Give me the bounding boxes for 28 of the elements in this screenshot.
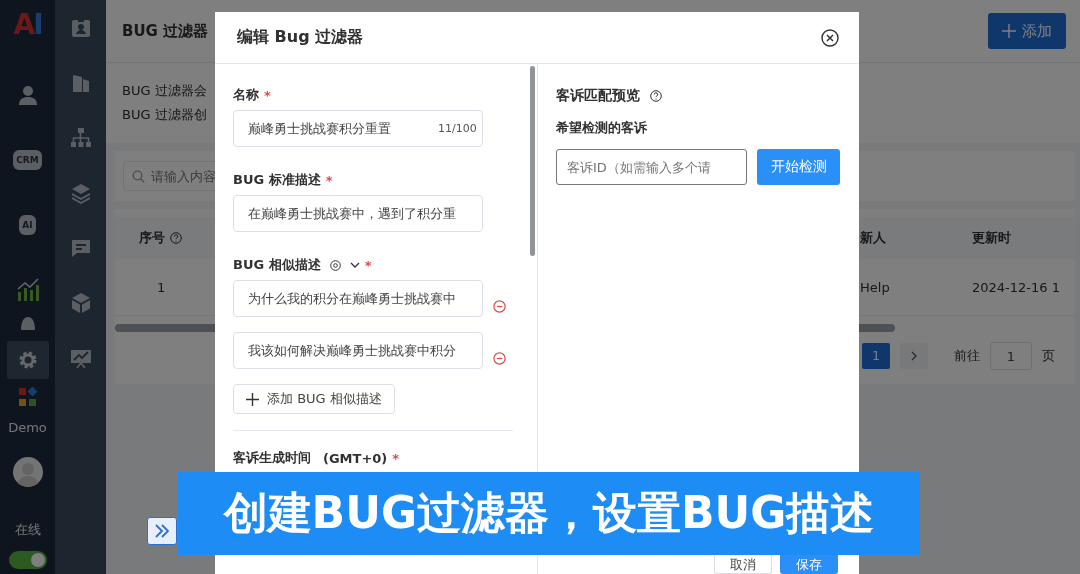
column-header: 序号 (139, 229, 165, 247)
column-header: 新人 (860, 229, 887, 247)
goto-label: 前往 (954, 347, 980, 365)
required-mark: * (264, 87, 271, 103)
dialog-title: 编辑 Bug 过滤器 (237, 27, 364, 48)
field-label: 希望检测的客诉 (556, 120, 648, 137)
required-mark: * (392, 450, 400, 466)
character-count: 11/100 (438, 122, 477, 135)
required-mark: * (325, 172, 333, 188)
column-header: 更新时 (972, 229, 1012, 247)
info-text: BUG 过滤器创 (122, 106, 207, 124)
info-text: BUG 过滤器会 (122, 82, 207, 100)
workspace-name: Demo (8, 420, 47, 435)
page-title: BUG 过滤器 (122, 21, 209, 41)
required-mark: * (364, 257, 372, 273)
table-cell-text: 1 (156, 279, 167, 295)
field-label: BUG 标准描述 (233, 171, 321, 189)
logo: AI (13, 8, 42, 43)
table-cell-text: Help (860, 279, 891, 295)
page-unit-label: 页 (1042, 347, 1055, 365)
table-cell-text: 2024-12-16 1 (972, 279, 1061, 295)
timezone-label: (GMT+0) (323, 450, 388, 466)
section-title: 客诉匹配预览 (556, 87, 640, 105)
field-label: BUG 相似描述 (233, 256, 321, 274)
field-label: 名称 (233, 86, 259, 104)
status-label: 在线 (14, 521, 41, 539)
caption-text: 创建BUG过滤器，设置BUG描述 (223, 486, 875, 540)
field-label: 客诉生成时间 (233, 449, 311, 467)
